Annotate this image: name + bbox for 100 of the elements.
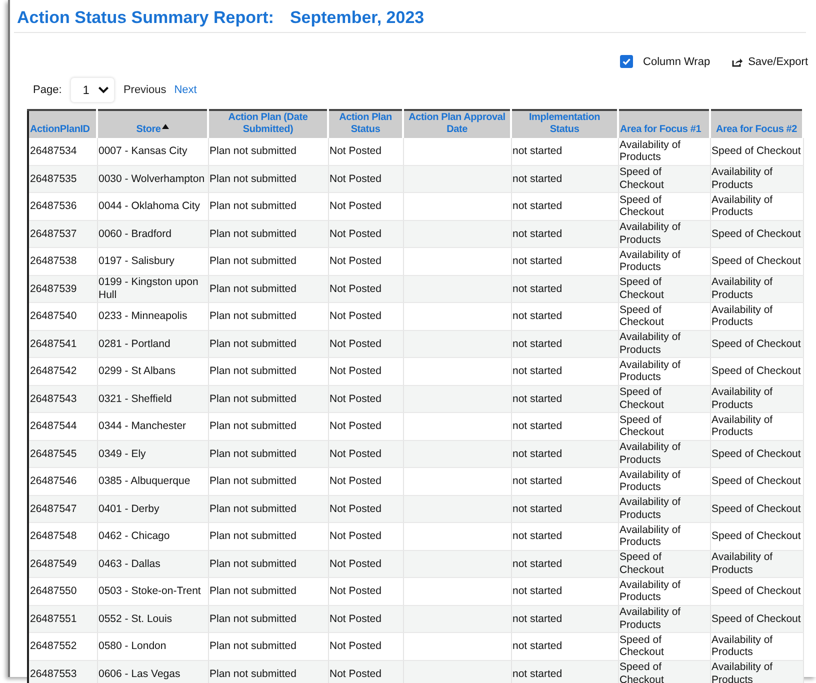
table-cell: 26487548 bbox=[30, 530, 77, 542]
table-cell: 0321 - Sheffield bbox=[98, 392, 172, 404]
table-cell: 0199 - Kingston upon Hull bbox=[98, 276, 198, 301]
table-cell: Not Posted bbox=[330, 668, 382, 680]
table-cell: Plan not submitted bbox=[210, 172, 296, 184]
column-header[interactable]: Implementation Status bbox=[511, 110, 618, 138]
page-select[interactable]: 1 bbox=[70, 77, 116, 103]
table-cell: 26487553 bbox=[30, 668, 77, 680]
table-cell: not started bbox=[512, 558, 562, 570]
column-header[interactable]: Store bbox=[97, 110, 208, 138]
column-header[interactable]: ActionPlanID bbox=[28, 110, 97, 138]
table-cell: Speed of Checkout bbox=[620, 276, 664, 301]
table-cell: Not Posted bbox=[330, 475, 382, 487]
checkbox[interactable] bbox=[620, 55, 634, 68]
table-cell: 26487547 bbox=[30, 502, 77, 514]
column-header[interactable]: Action Plan (Date Submitted) bbox=[208, 110, 328, 138]
table-cell: not started bbox=[512, 338, 562, 350]
table-cell: Plan not submitted bbox=[210, 585, 296, 597]
table-cell: 26487544 bbox=[30, 420, 77, 432]
table-cell: 0385 - Albuquerque bbox=[98, 475, 190, 487]
table-cell: Not Posted bbox=[330, 200, 382, 212]
table-cell: Availability of Products bbox=[620, 358, 681, 384]
table-cell: not started bbox=[512, 640, 562, 652]
table-cell: Plan not submitted bbox=[210, 420, 296, 432]
table-cell: Speed of Checkout bbox=[712, 145, 801, 157]
save-export-button[interactable]: Save/Export bbox=[732, 56, 808, 68]
table-cell: 0007 - Kansas City bbox=[98, 145, 188, 157]
column-wrap-label[interactable]: Column Wrap bbox=[643, 56, 710, 68]
table-cell: 0344 - Manchester bbox=[98, 420, 186, 432]
table-cell: 26487540 bbox=[30, 310, 77, 322]
chevron-down-icon bbox=[98, 86, 110, 94]
page-label: Page: bbox=[33, 84, 62, 96]
table-cell: Not Posted bbox=[330, 502, 382, 514]
table-cell: Speed of Checkout bbox=[712, 448, 801, 460]
table-cell: not started bbox=[512, 420, 562, 432]
table-cell: Speed of Checkout bbox=[620, 304, 664, 328]
table-cell: Plan not submitted bbox=[210, 338, 296, 350]
table-cell: 26487535 bbox=[30, 172, 77, 184]
table-cell: 26487552 bbox=[30, 640, 77, 652]
table-cell: Not Posted bbox=[330, 172, 382, 184]
table-cell: not started bbox=[512, 172, 562, 184]
table-cell: Speed of Checkout bbox=[620, 634, 664, 658]
table-cell: Not Posted bbox=[330, 145, 382, 157]
table-cell: Plan not submitted bbox=[210, 365, 296, 377]
table-cell: Availability of Products bbox=[620, 524, 681, 548]
table-cell: Availability of Products bbox=[620, 248, 681, 274]
table-cell: 26487537 bbox=[30, 228, 77, 240]
table-cell: Not Posted bbox=[330, 558, 382, 570]
table-cell: Availability of Products bbox=[712, 414, 773, 438]
table-cell: not started bbox=[512, 282, 562, 294]
table-cell: Not Posted bbox=[330, 365, 382, 377]
table-cell: Not Posted bbox=[330, 640, 382, 652]
table-cell: Not Posted bbox=[330, 612, 382, 624]
report-period: September, 2023 bbox=[290, 8, 424, 28]
table-cell: Plan not submitted bbox=[210, 530, 296, 542]
table-cell: not started bbox=[512, 145, 562, 157]
table-cell: Availability of Products bbox=[620, 578, 681, 604]
table-cell: Speed of Checkout bbox=[712, 585, 801, 597]
table-cell: 0030 - Wolverhampton bbox=[98, 172, 205, 184]
column-header[interactable]: Area for Focus #2 bbox=[710, 110, 803, 138]
table-cell: 26487550 bbox=[30, 585, 77, 597]
table-cell: Not Posted bbox=[330, 310, 382, 322]
table-cell: Availability of Products bbox=[620, 138, 681, 164]
table-cell: Speed of Checkout bbox=[712, 255, 801, 267]
table-cell: Not Posted bbox=[330, 255, 382, 267]
table-cell: Availability of Products bbox=[712, 551, 773, 576]
table-cell: 26487546 bbox=[30, 475, 77, 487]
table-cell: Not Posted bbox=[330, 420, 382, 432]
table-cell: 26487542 bbox=[30, 365, 77, 377]
table-cell: Availability of Products bbox=[620, 606, 681, 631]
column-header[interactable]: Area for Focus #1 bbox=[618, 110, 710, 138]
next-link[interactable]: Next bbox=[174, 84, 197, 96]
table-cell: Plan not submitted bbox=[210, 145, 296, 157]
table-cell: Speed of Checkout bbox=[620, 661, 664, 683]
table-cell: not started bbox=[512, 228, 562, 240]
table-cell: Speed of Checkout bbox=[712, 475, 801, 487]
table-cell: Speed of Checkout bbox=[712, 530, 801, 542]
column-header[interactable]: Action Plan Status bbox=[328, 110, 403, 138]
table-cell: Speed of Checkout bbox=[620, 166, 664, 191]
table-cell: not started bbox=[512, 392, 562, 404]
table-cell: 0462 - Chicago bbox=[98, 530, 170, 542]
table-cell: Not Posted bbox=[330, 585, 382, 597]
table-cell: 0233 - Minneapolis bbox=[98, 310, 188, 322]
table-cell: Speed of Checkout bbox=[620, 414, 664, 438]
table-cell: Availability of Products bbox=[712, 386, 773, 411]
table-cell: 26487541 bbox=[30, 338, 77, 350]
table-cell: Speed of Checkout bbox=[712, 502, 801, 514]
table-cell: 0606 - Las Vegas bbox=[98, 668, 180, 680]
table-cell: not started bbox=[512, 530, 562, 542]
table-cell: Availability of Products bbox=[620, 221, 681, 246]
table-cell: 0044 - Oklahoma City bbox=[98, 200, 200, 212]
table-cell: Speed of Checkout bbox=[620, 551, 664, 576]
table-cell: Availability of Products bbox=[712, 276, 773, 301]
column-header[interactable]: Action Plan Approval Date bbox=[403, 110, 511, 138]
table-cell: not started bbox=[512, 255, 562, 267]
table-cell: Plan not submitted bbox=[210, 475, 296, 487]
table-cell: 0060 - Bradford bbox=[98, 228, 172, 240]
table-cell: Not Posted bbox=[330, 530, 382, 542]
table-cell: 26487538 bbox=[30, 255, 77, 267]
table-cell: 0349 - Ely bbox=[98, 448, 146, 460]
